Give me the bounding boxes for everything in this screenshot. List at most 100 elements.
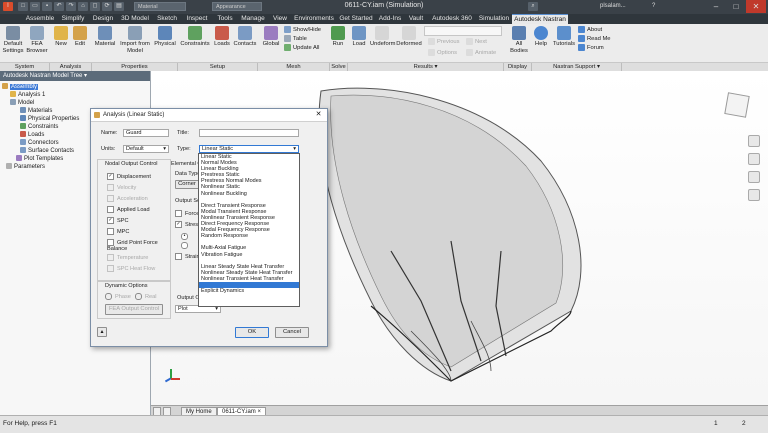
default-settings-button[interactable]: Default Settings xyxy=(2,26,24,54)
print-icon[interactable]: ▤ xyxy=(114,2,124,11)
help-icon[interactable]: ? xyxy=(652,3,655,9)
tree-node-model[interactable]: Model xyxy=(2,99,148,107)
tab-simulation[interactable]: Simulation xyxy=(477,14,511,24)
phase-radio[interactable]: Phase xyxy=(105,293,131,304)
next-button[interactable]: Next xyxy=(466,38,487,47)
contacts-button[interactable]: Contacts xyxy=(233,26,257,48)
type-option[interactable]: Explicit Dynamics xyxy=(199,288,299,294)
ok-button[interactable]: OK xyxy=(235,327,269,338)
look-at-icon[interactable] xyxy=(748,189,760,201)
fea-browser-button[interactable]: FEA Browser xyxy=(26,26,48,54)
pan-icon[interactable] xyxy=(748,135,760,147)
help-button[interactable]: Help xyxy=(534,26,548,48)
tab-design[interactable]: Design xyxy=(89,14,117,24)
minimize-icon[interactable]: – xyxy=(706,0,726,13)
global-mesh-button[interactable]: Global xyxy=(260,26,282,48)
model-tree-header[interactable]: Autodesk Nastran Model Tree ▾ xyxy=(0,71,150,81)
material-button[interactable]: Material xyxy=(94,26,116,48)
new-file-icon[interactable]: □ xyxy=(18,2,28,11)
deformed-button[interactable]: Deformed xyxy=(396,26,422,48)
dialog-help-icon[interactable]: ▴ xyxy=(97,327,107,337)
select-icon[interactable]: ⌂ xyxy=(78,2,88,11)
user-name[interactable]: plsalam... xyxy=(600,3,626,9)
material-dropdown[interactable]: Material xyxy=(134,2,186,11)
physical-button[interactable]: Physical xyxy=(154,26,176,48)
dialog-title-bar[interactable]: Analysis (Linear Static) ✕ xyxy=(91,109,327,122)
zoom-icon[interactable] xyxy=(748,153,760,165)
options-button[interactable]: Options xyxy=(428,49,457,58)
search-icon[interactable]: ⌕ xyxy=(528,2,538,11)
real-radio[interactable]: Real xyxy=(135,293,157,304)
tab-simplify[interactable]: Simplify xyxy=(58,14,88,24)
appearance-dropdown[interactable]: Appearance xyxy=(212,2,262,11)
load-results-button[interactable]: Load xyxy=(350,26,368,48)
all-bodies-button[interactable]: All Bodies xyxy=(508,26,530,54)
undeform-button[interactable]: Undeform xyxy=(370,26,395,48)
spc-checkbox[interactable]: ✓ SPC xyxy=(107,217,169,228)
tab-view[interactable]: View xyxy=(269,14,291,24)
redo-icon[interactable]: ↷ xyxy=(66,2,76,11)
tab-vault[interactable]: Vault xyxy=(405,14,427,24)
panel-nastran-support[interactable]: Nastran Support ▾ xyxy=(532,63,622,71)
tab-tools[interactable]: Tools xyxy=(213,14,237,24)
read-me-button[interactable]: Read Me xyxy=(578,35,618,44)
save-icon[interactable]: ▪ xyxy=(42,2,52,11)
type-select[interactable]: Linear Static ▾ xyxy=(199,145,299,153)
navigation-bar[interactable] xyxy=(748,135,760,215)
open-file-icon[interactable]: ▭ xyxy=(30,2,40,11)
tab-autodesk-360[interactable]: Autodesk 360 xyxy=(428,14,476,24)
app-menu-button[interactable]: I xyxy=(3,2,13,11)
import-from-model-button[interactable]: Import from Model xyxy=(118,26,152,54)
applied-load-checkbox[interactable]: Applied Load xyxy=(107,206,169,217)
type-option[interactable]: Nonlinear Steady State Heat Transfer xyxy=(199,270,299,276)
results-dropdown[interactable] xyxy=(424,26,502,36)
type-dropdown-list[interactable]: Linear Static Normal Modes Linear Buckli… xyxy=(198,153,300,307)
forum-button[interactable]: Forum xyxy=(578,44,618,53)
loads-button[interactable]: Loads xyxy=(212,26,232,48)
fea-output-control-button[interactable]: FEA Output Control xyxy=(105,304,163,315)
close-icon[interactable]: ✕ xyxy=(746,0,766,13)
tree-node-analysis-1[interactable]: Analysis 1 xyxy=(2,91,148,99)
tab-autodesk-nastran[interactable]: Autodesk Nastran xyxy=(512,14,568,24)
table-button[interactable]: Table xyxy=(284,35,328,44)
update-all-button[interactable]: Update All xyxy=(284,44,328,53)
maximize-icon[interactable]: □ xyxy=(726,0,746,13)
units-select[interactable]: Default ▾ xyxy=(123,145,169,153)
tab-assemble[interactable]: Assemble xyxy=(23,14,57,24)
grid-point-force-checkbox[interactable]: Grid Point Force Balance xyxy=(107,239,169,254)
title-input[interactable] xyxy=(199,129,299,137)
previous-button[interactable]: Previous xyxy=(428,38,460,47)
update-icon[interactable]: ⟳ xyxy=(102,2,112,11)
tab-manage[interactable]: Manage xyxy=(238,14,268,24)
acceleration-checkbox[interactable]: Acceleration xyxy=(107,195,169,206)
temperature-checkbox[interactable]: Temperature xyxy=(107,254,169,265)
tab-3d-model[interactable]: 3D Model xyxy=(118,14,152,24)
constraints-button[interactable]: Constraints xyxy=(180,26,210,48)
orbit-icon[interactable] xyxy=(748,171,760,183)
stress-checkbox[interactable]: ✓ Stress xyxy=(175,221,201,232)
new-analysis-button[interactable]: New xyxy=(53,26,69,48)
view-cube-icon[interactable] xyxy=(724,90,750,118)
tab-inspect[interactable]: Inspect xyxy=(182,14,212,24)
animate-button[interactable]: Animate xyxy=(466,49,496,58)
spc-heat-flow-checkbox[interactable]: SPC Heat Flow xyxy=(107,265,169,276)
tab-environments[interactable]: Environments xyxy=(292,14,336,24)
show-hide-button[interactable]: Show/Hide xyxy=(284,26,328,35)
tab-add-ins[interactable]: Add-Ins xyxy=(376,14,404,24)
velocity-checkbox[interactable]: Velocity xyxy=(107,184,169,195)
run-button[interactable]: Run xyxy=(330,26,346,48)
undo-icon[interactable]: ↶ xyxy=(54,2,64,11)
mpc-checkbox[interactable]: MPC xyxy=(107,228,169,239)
tab-get-started[interactable]: Get Started xyxy=(337,14,375,24)
panel-results[interactable]: Results ▾ xyxy=(348,63,504,71)
edit-analysis-button[interactable]: Edit xyxy=(72,26,88,48)
tab-sketch[interactable]: Sketch xyxy=(153,14,181,24)
home-icon[interactable]: ◻ xyxy=(90,2,100,11)
tutorials-button[interactable]: Tutorials xyxy=(552,26,576,48)
cancel-button[interactable]: Cancel xyxy=(275,327,309,338)
tree-node-assembly[interactable]: Assembly xyxy=(2,83,148,91)
force-checkbox[interactable]: Force xyxy=(175,210,199,221)
about-button[interactable]: About xyxy=(578,26,618,35)
stress-option-radio-2[interactable] xyxy=(181,242,191,253)
corner-select[interactable]: Corner xyxy=(175,180,199,189)
